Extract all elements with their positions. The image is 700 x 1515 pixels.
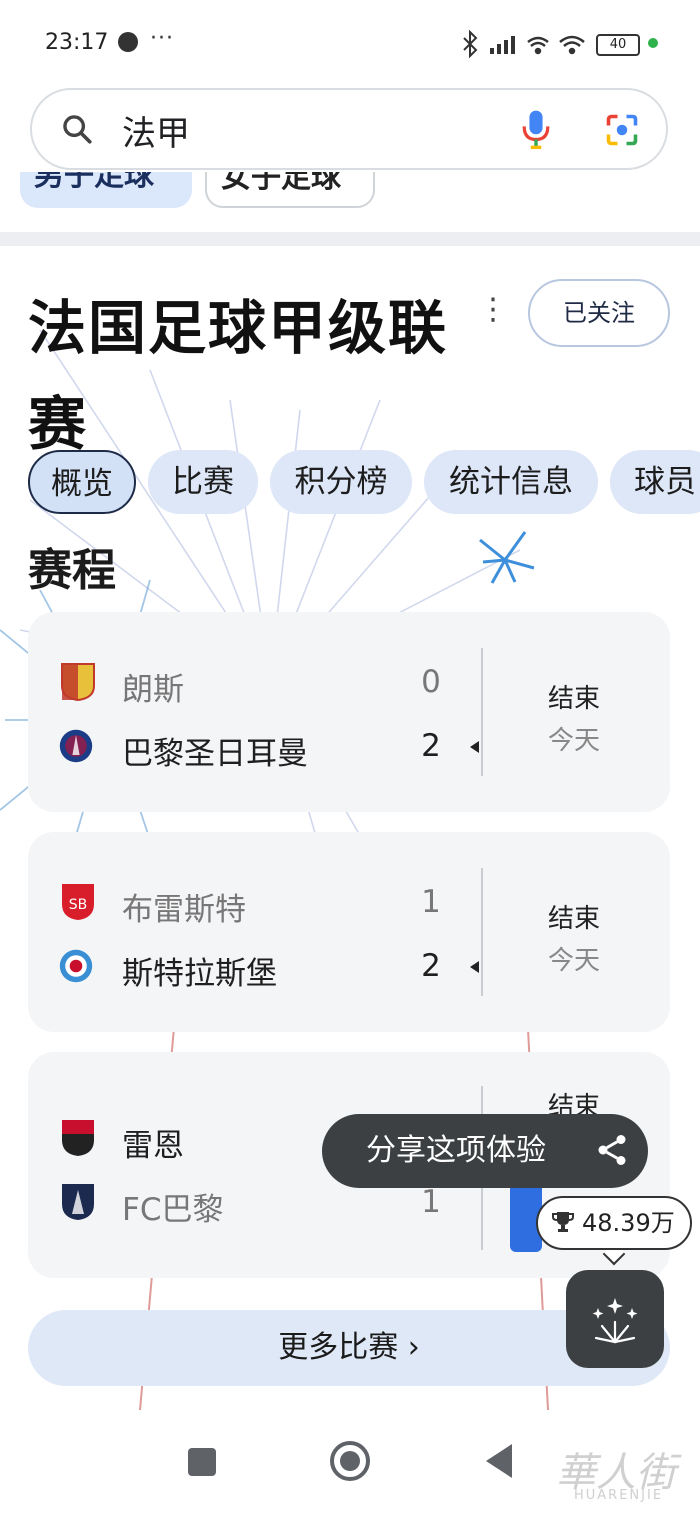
chip-womens-football[interactable]: 女子足球 — [205, 172, 375, 208]
match-date: 今天 — [548, 946, 601, 976]
google-lens-icon[interactable] — [604, 112, 640, 148]
away-team-name: FC巴黎 — [122, 1192, 224, 1228]
microphone-icon[interactable] — [520, 108, 552, 150]
recent-apps-icon[interactable] — [188, 1448, 216, 1476]
match-status: 结束 — [548, 684, 601, 714]
away-score: 1 — [421, 1184, 441, 1220]
fireworks-icon — [592, 1298, 638, 1344]
counter-value: 48.39万 — [582, 1209, 675, 1237]
brest-logo-icon: SB — [62, 884, 94, 920]
tab-standings[interactable]: 积分榜 — [270, 450, 412, 514]
share-icon — [598, 1135, 626, 1165]
home-team-name: 布雷斯特 — [122, 892, 246, 928]
tab-players[interactable]: 球员 — [610, 450, 700, 514]
tab-overview[interactable]: 概览 — [28, 450, 136, 514]
tab-stats[interactable]: 统计信息 — [424, 450, 598, 514]
paris-fc-logo-icon — [62, 1184, 94, 1220]
status-time: 23:17 — [45, 30, 109, 55]
section-separator — [0, 232, 700, 246]
card-divider — [481, 868, 483, 996]
card-divider — [481, 648, 483, 776]
share-experience-button[interactable]: 分享这项体验 — [322, 1114, 648, 1188]
home-score: 1 — [421, 884, 441, 920]
home-score: 0 — [421, 664, 441, 700]
back-icon[interactable] — [486, 1444, 512, 1478]
bluetooth-icon — [463, 30, 478, 58]
schedule-title: 赛程 — [28, 545, 116, 596]
winner-arrow-icon — [470, 741, 479, 753]
fireworks-button[interactable] — [566, 1270, 664, 1368]
away-score: 2 — [421, 728, 441, 764]
psg-logo-icon — [59, 729, 93, 763]
winner-arrow-icon — [470, 961, 479, 973]
football-notification-icon — [118, 32, 138, 52]
wifi-icon — [527, 35, 585, 55]
rennes-logo-icon — [62, 1120, 94, 1156]
more-options-icon[interactable]: ⋮ — [478, 292, 508, 327]
match-date: 今天 — [548, 726, 601, 756]
clipped-content — [28, 1398, 328, 1414]
home-inner-icon — [340, 1451, 360, 1471]
charging-dot-icon — [648, 38, 658, 48]
follow-button[interactable]: 已关注 — [528, 279, 670, 347]
home-team-name: 雷恩 — [122, 1128, 184, 1164]
more-notifications-icon: ··· — [150, 26, 174, 51]
share-label: 分享这项体验 — [366, 1133, 546, 1168]
away-team-name: 巴黎圣日耳曼 — [122, 736, 308, 772]
rc-lens-logo-icon — [61, 663, 95, 702]
celebration-counter: 48.39万 — [536, 1196, 692, 1250]
away-score: 2 — [421, 948, 441, 984]
filter-chip-row: 男子足球 女子足球 — [0, 172, 700, 214]
search-icon — [63, 115, 92, 144]
tab-matches[interactable]: 比赛 — [148, 450, 258, 514]
league-title: 法国足球甲级联赛 — [28, 294, 449, 458]
match-status: 结束 — [548, 904, 601, 934]
status-icons — [463, 30, 585, 58]
home-team-name: 朗斯 — [122, 672, 184, 708]
search-input[interactable]: 法甲 — [122, 106, 190, 155]
svg-text:SB: SB — [69, 897, 88, 913]
chip-mens-football[interactable]: 男子足球 — [20, 172, 192, 208]
trophy-icon — [552, 1212, 574, 1232]
signal-icon — [490, 36, 515, 54]
strasbourg-logo-icon — [59, 949, 93, 983]
away-team-name: 斯特拉斯堡 — [122, 956, 277, 992]
watermark-subtitle: HUARENJIE — [574, 1488, 664, 1503]
battery-icon: 40 — [596, 34, 640, 56]
